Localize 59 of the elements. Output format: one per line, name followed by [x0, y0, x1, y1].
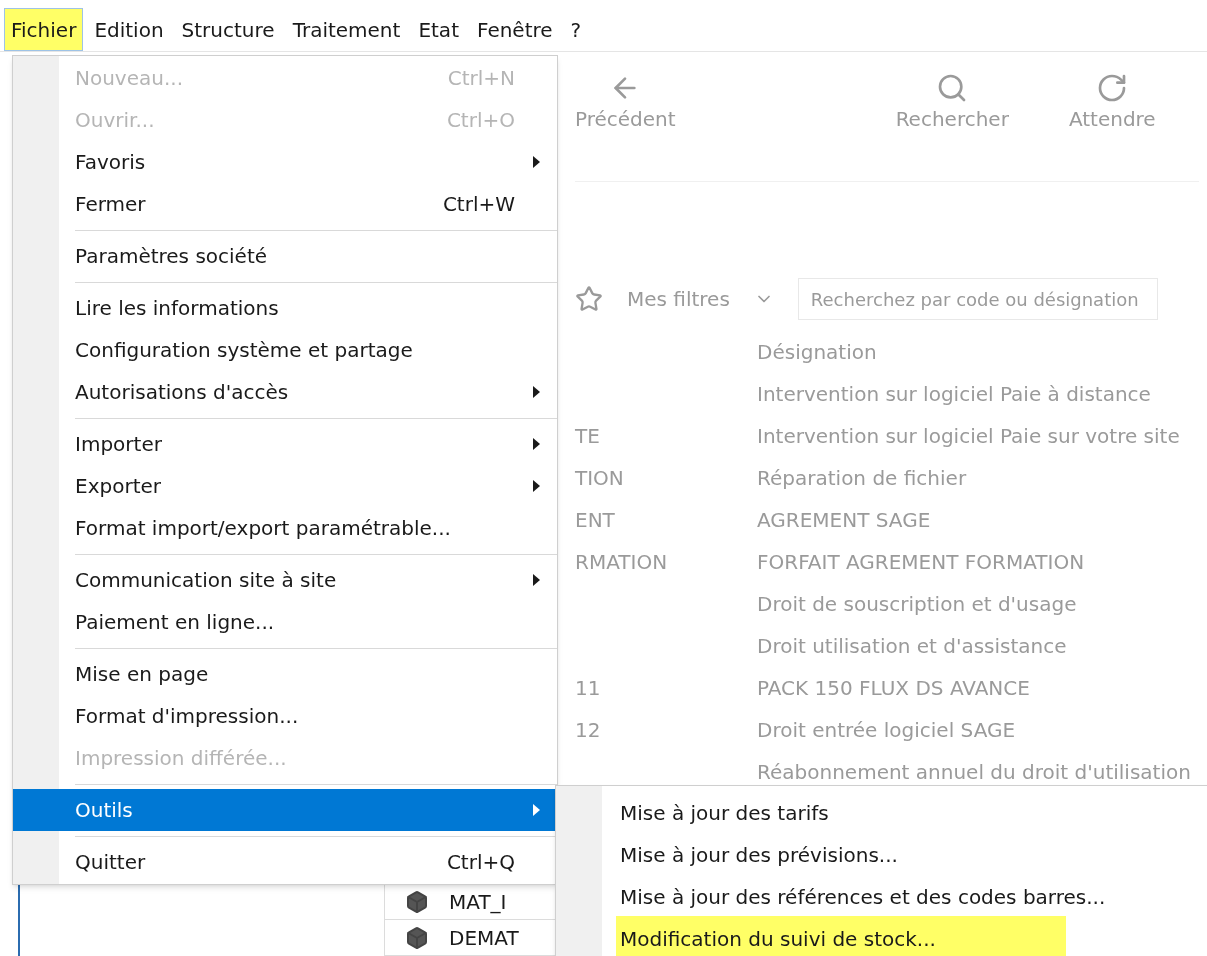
table-cell-text: AGREMENT SAGE — [757, 507, 931, 534]
menu-item[interactable]: Mise en page — [13, 653, 557, 695]
menu-item[interactable]: Outils — [13, 789, 557, 831]
table-cell-text: 12 — [575, 717, 602, 744]
menu-item[interactable]: Lire les informations — [13, 287, 557, 329]
table-cell-text: PACK 150 FLUX DS AVANCE — [757, 675, 1030, 702]
toolbar-label: Précédent — [575, 106, 676, 133]
table-cell-text: DEMAT — [449, 924, 519, 952]
menu-item[interactable]: Exporter — [13, 465, 557, 507]
menu-item[interactable]: Paiement en ligne... — [13, 601, 557, 643]
table-cell-text: MAT_I — [449, 888, 507, 916]
table-cell-text: ENT — [575, 507, 616, 534]
menu-item[interactable]: Fermer Ctrl+W — [13, 183, 557, 225]
table-cell-text: TION — [575, 465, 625, 492]
menu-item[interactable]: Format import/export paramétrable... — [13, 507, 557, 549]
menu-item[interactable]: Communication site à site — [13, 559, 557, 601]
menu-item[interactable]: Mise à jour des références et des codes barres... — [616, 882, 1110, 912]
submenu-arrow-icon — [532, 804, 541, 816]
table-cell-text: Intervention sur logiciel Paie à distance — [757, 381, 1151, 408]
cube-icon — [405, 925, 429, 950]
menu-item[interactable]: Favoris — [13, 141, 557, 183]
table-cell-text: Droit entrée logiciel SAGE — [757, 717, 1016, 744]
submenu-arrow-icon — [532, 386, 541, 398]
menu-bar-item[interactable]: Etat — [411, 8, 466, 51]
filter-label: Mes filtres — [627, 286, 730, 313]
menu-item[interactable]: Mise à jour des tarifs — [616, 798, 833, 828]
column-header: Désignation — [757, 340, 877, 364]
menu-item[interactable]: Format d'impression... — [13, 695, 557, 737]
menu-item[interactable]: Modification du suivi de stock... — [616, 916, 1066, 956]
submenu-arrow-icon — [532, 438, 541, 450]
menu-bar-item[interactable]: Traitement — [285, 8, 408, 51]
table-cell-text: Droit de souscription et d'usage — [757, 591, 1077, 618]
menu-item[interactable]: Autorisations d'accès — [13, 371, 557, 413]
toolbar-label: Rechercher — [895, 106, 1009, 133]
submenu-arrow-icon — [532, 574, 541, 586]
menu-bar-item[interactable]: ? — [563, 8, 589, 51]
star-icon — [575, 285, 603, 313]
search-field[interactable]: Recherchez par code ou désignation — [797, 278, 1158, 320]
menu-bar-item[interactable]: Fichier — [4, 8, 84, 51]
toolbar-label: Attendre — [1068, 106, 1156, 133]
menu-item[interactable]: Configuration système et partage — [13, 329, 557, 371]
table-cell-text: TE — [575, 423, 601, 450]
table-cell-text: FORFAIT AGREMENT FORMATION — [757, 549, 1085, 576]
table-cell-text: 11 — [575, 675, 602, 702]
submenu-arrow-icon — [532, 480, 541, 492]
table-cell-text: Réabonnement annuel du droit d'utilisation — [757, 759, 1191, 786]
submenu-arrow-icon — [532, 156, 541, 168]
menu-item[interactable]: Mise à jour des prévisions... — [616, 840, 902, 870]
menu-item[interactable]: Paramètres société — [13, 235, 557, 277]
table-cell-text: Intervention sur logiciel Paie sur votre site — [757, 423, 1180, 450]
menu-item[interactable]: Quitter Ctrl+Q — [13, 841, 557, 883]
menu-item[interactable]: Importer — [13, 423, 557, 465]
menu-bar-item[interactable]: Edition — [87, 8, 171, 51]
cube-icon — [405, 889, 429, 914]
table-cell-text: Réparation de fichier — [757, 465, 967, 492]
menu-bar-item[interactable]: Fenêtre — [469, 8, 560, 51]
table-cell-text: Droit utilisation et d'assistance — [757, 633, 1067, 660]
menu-bar-item[interactable]: Structure — [174, 8, 282, 51]
table-cell-text: RMATION — [575, 549, 669, 576]
